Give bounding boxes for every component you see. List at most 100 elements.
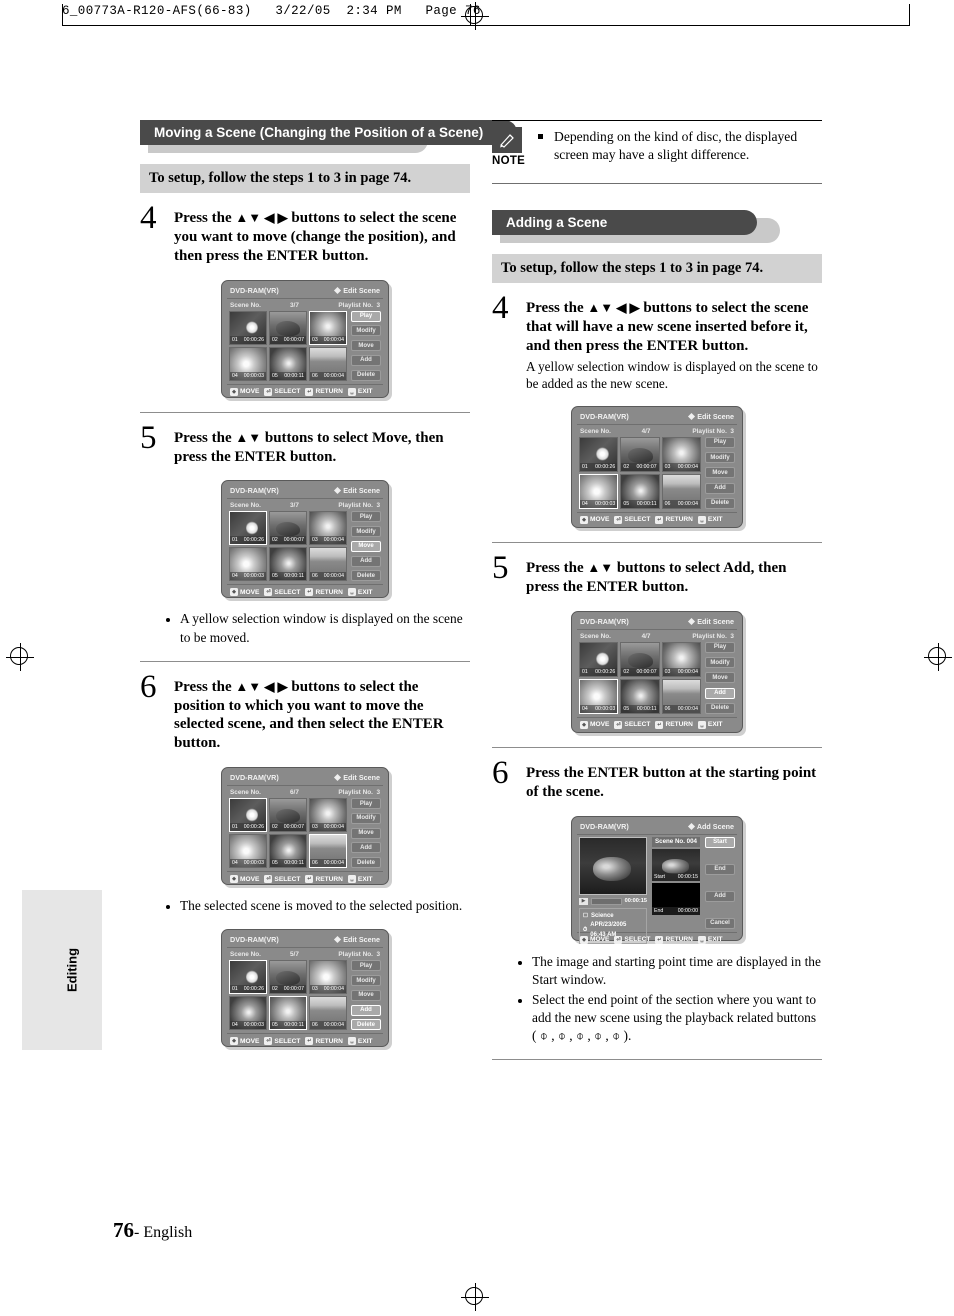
osd-button-move[interactable]: Move	[351, 540, 381, 552]
table-row[interactable]: 01 00:00:26	[229, 960, 267, 995]
osd-button-play[interactable]: Play	[351, 310, 381, 322]
thumb-time: 00:00:04	[323, 860, 344, 867]
thumb-time: 00:00:04	[677, 500, 698, 507]
table-row[interactable]: 04 00:00:03	[229, 346, 267, 381]
osd-button-add[interactable]: Add	[705, 482, 735, 494]
table-row[interactable]: 05 00:00:11	[269, 834, 307, 869]
footer-label-exit: EXIT	[707, 936, 723, 944]
progress-bar[interactable]	[591, 897, 622, 905]
table-row[interactable]: 04 00:00:03	[229, 547, 267, 582]
osd-button-move[interactable]: Move	[705, 672, 735, 684]
osd-mode-title: Edit Scene	[343, 486, 380, 496]
table-row[interactable]: 04 00:00:03	[229, 996, 267, 1031]
osd-button-delete[interactable]: Delete	[351, 570, 381, 582]
thumb-time: 00:00:11	[636, 705, 657, 712]
table-row[interactable]: 06 00:00:04	[661, 678, 701, 714]
table-row[interactable]: 01 00:00:26	[579, 436, 619, 472]
osd-button-start[interactable]: Start	[705, 836, 735, 848]
osd-button-delete[interactable]: Delete	[351, 369, 381, 381]
table-row[interactable]: 06 00:00:04	[309, 996, 347, 1031]
step-text: Press the ▲▼ ◀ ▶ buttons to select the s…	[526, 299, 822, 356]
return-key-icon: ↵	[305, 387, 314, 396]
table-row[interactable]: 02 00:00:07	[269, 310, 307, 345]
osd-button-modify[interactable]: Modify	[705, 452, 735, 464]
table-row[interactable]: 03 00:00:04	[309, 310, 347, 345]
osd-button-move[interactable]: Move	[705, 467, 735, 479]
osd-button-play[interactable]: Play	[705, 436, 735, 448]
table-row[interactable]: 05 00:00:11	[620, 473, 660, 509]
table-row[interactable]: 01 00:00:26	[579, 641, 619, 677]
table-row[interactable]: 06 00:00:04	[661, 473, 701, 509]
table-row[interactable]: 03 00:00:04	[309, 511, 347, 546]
diamond-icon	[334, 936, 342, 944]
table-row[interactable]: 04 00:00:03	[229, 834, 267, 869]
thumbnail-grid: 01 00:00:26 02 00:00:07 03 00:00:04 04 00:00…	[229, 511, 347, 582]
osd-button-modify[interactable]: Modify	[351, 812, 381, 824]
footer-label-exit: EXIT	[357, 388, 373, 396]
osd-disc-label: DVD-RAM(VR)	[230, 486, 279, 496]
osd-button-add[interactable]: Add	[351, 354, 381, 366]
thumb-no: 06	[312, 573, 318, 580]
osd-button-modify[interactable]: Modify	[705, 657, 735, 669]
table-row[interactable]: 05 00:00:11	[620, 678, 660, 714]
thumb-no: 01	[582, 668, 588, 675]
table-row[interactable]: 02 00:00:07	[269, 798, 307, 833]
left-column: Moving a Scene (Changing the Position of…	[140, 120, 518, 1048]
table-row[interactable]: 02 00:00:07	[620, 641, 660, 677]
osd-button-cancel[interactable]: Cancel	[705, 917, 735, 929]
osd-button-modify[interactable]: Modify	[351, 526, 381, 538]
table-row[interactable]: 01 00:00:26	[229, 798, 267, 833]
table-row[interactable]: 04 00:00:03	[579, 473, 619, 509]
step-text-a: Press the	[526, 300, 588, 316]
table-row[interactable]: 03 00:00:04	[309, 960, 347, 995]
table-row[interactable]: 06 00:00:04	[309, 346, 347, 381]
footer-label-move: MOVE	[590, 721, 610, 729]
osd-button-delete[interactable]: Delete	[351, 857, 381, 869]
table-row[interactable]: 05 00:00:11	[269, 547, 307, 582]
osd-button-add[interactable]: Add	[705, 687, 735, 699]
print-header: 6_00773A-R120-AFS(66-83) 3/22/05 2:34 PM…	[62, 4, 481, 18]
separator	[492, 746, 822, 748]
osd-button-play[interactable]: Play	[351, 511, 381, 523]
diamond-icon	[688, 617, 696, 625]
table-row[interactable]: 02 00:00:07	[269, 511, 307, 546]
osd-button-play[interactable]: Play	[705, 641, 735, 653]
playback-progress[interactable]: ▶ 00:00:15	[579, 897, 647, 905]
return-key-icon: ↵	[305, 1037, 314, 1046]
osd-button-add[interactable]: Add	[351, 842, 381, 854]
osd-button-move[interactable]: Move	[351, 827, 381, 839]
osd-button-play[interactable]: Play	[351, 798, 381, 810]
start-thumbnail[interactable]: Start 00:00:15	[652, 848, 700, 881]
table-row[interactable]: 03 00:00:04	[661, 641, 701, 677]
osd-button-delete[interactable]: Delete	[351, 1019, 381, 1031]
osd-button-play[interactable]: Play	[351, 960, 381, 972]
table-row[interactable]: 03 00:00:04	[309, 798, 347, 833]
thumb-time: 00:00:07	[636, 463, 657, 470]
osd-button-add[interactable]: Add	[705, 890, 735, 902]
exit-key-icon: ␣	[697, 720, 706, 729]
table-row[interactable]: 05 00:00:11	[269, 346, 307, 381]
osd-edit-scene-4of7: DVD-RAM(VR) Edit Scene Scene No. 4/7 Pla…	[571, 405, 743, 528]
osd-button-add[interactable]: Add	[351, 555, 381, 567]
end-thumbnail[interactable]: End 00:00:00	[652, 882, 700, 915]
osd-button-delete[interactable]: Delete	[705, 497, 735, 509]
table-row[interactable]: 06 00:00:04	[309, 547, 347, 582]
table-row[interactable]: 01 00:00:26	[229, 511, 267, 546]
osd-button-modify[interactable]: Modify	[351, 975, 381, 987]
table-row[interactable]: 06 00:00:04	[309, 834, 347, 869]
table-row[interactable]: 01 00:00:26	[229, 310, 267, 345]
osd-button-delete[interactable]: Delete	[705, 702, 735, 714]
osd-button-move[interactable]: Move	[351, 340, 381, 352]
table-row[interactable]: 02 00:00:07	[269, 960, 307, 995]
table-row[interactable]: 03 00:00:04	[661, 436, 701, 472]
osd-button-add[interactable]: Add	[351, 1004, 381, 1016]
osd-button-modify[interactable]: Modify	[351, 325, 381, 337]
table-row[interactable]: 04 00:00:03	[579, 678, 619, 714]
note-label: NOTE	[492, 155, 526, 167]
table-row[interactable]: 02 00:00:07	[620, 436, 660, 472]
osd-button-move[interactable]: Move	[351, 989, 381, 1001]
osd-button-end[interactable]: End	[705, 863, 735, 875]
table-row[interactable]: 05 00:00:11	[269, 996, 307, 1031]
osd-disc-label: DVD-RAM(VR)	[230, 773, 279, 783]
thumb-time: 00:00:11	[284, 573, 304, 580]
